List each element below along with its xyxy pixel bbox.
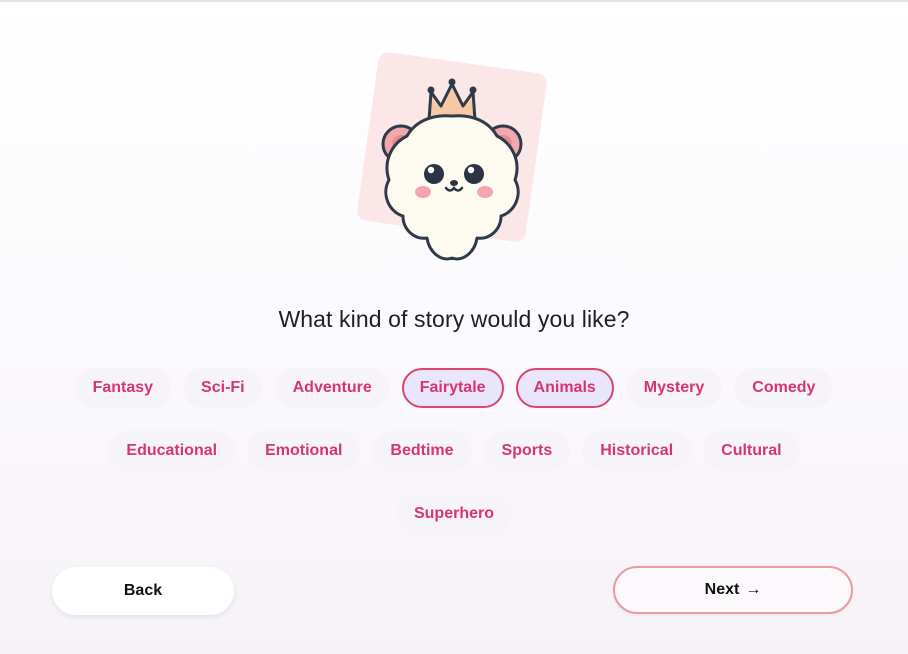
crowned-bear-mascot-icon [381, 78, 523, 261]
top-divider [0, 0, 908, 2]
genre-chip-mystery[interactable]: Mystery [625, 368, 723, 408]
genre-chip-sci-fi[interactable]: Sci-Fi [183, 368, 263, 408]
genre-chip-comedy[interactable]: Comedy [734, 368, 834, 408]
crown-icon [427, 78, 477, 122]
genre-row: Superhero [0, 492, 908, 536]
genre-chip-adventure[interactable]: Adventure [274, 368, 390, 408]
next-button[interactable]: Next → [613, 566, 853, 614]
genre-row: Educational Emotional Bedtime Sports Histori… [0, 429, 908, 473]
genre-chip-animals[interactable]: Animals [515, 368, 614, 408]
genre-chip-sports[interactable]: Sports [483, 431, 571, 471]
genre-row: Fantasy Sci-Fi Adventure Fairytale Animals My… [0, 366, 908, 410]
genre-chip-cultural[interactable]: Cultural [703, 431, 800, 471]
page-question: What kind of story would you like? [278, 306, 630, 332]
genre-chip-educational[interactable]: Educational [108, 431, 236, 471]
arrow-right-icon: → [745, 581, 762, 598]
back-button[interactable]: Back [52, 567, 234, 615]
genre-options: Fantasy Sci-Fi Adventure Fairytale Animals My… [0, 366, 908, 555]
genre-chip-historical[interactable]: Historical [582, 431, 692, 471]
mascot-illustration [355, 50, 555, 267]
genre-chip-superhero[interactable]: Superhero [395, 494, 512, 534]
genre-chip-fantasy[interactable]: Fantasy [74, 368, 172, 408]
genre-chip-bedtime[interactable]: Bedtime [372, 431, 472, 471]
back-button-label: Back [123, 582, 163, 599]
genre-chip-emotional[interactable]: Emotional [247, 431, 361, 471]
genre-chip-fairytale[interactable]: Fairytale [401, 368, 504, 408]
next-button-label: Next [704, 581, 740, 598]
